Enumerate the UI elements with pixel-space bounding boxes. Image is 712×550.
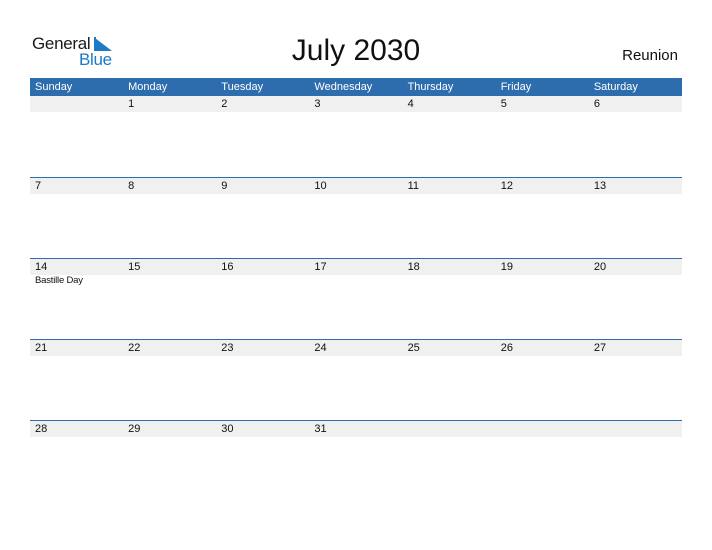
weekday-header: Sunday Monday Tuesday Wednesday Thursday… — [30, 78, 682, 96]
day-number-bar: 14 15 16 17 18 19 20 — [30, 259, 682, 275]
day-number: 31 — [314, 423, 327, 435]
day-number: 29 — [128, 423, 141, 435]
country-label: Reunion — [622, 47, 678, 64]
weekday-wednesday: Wednesday — [314, 81, 373, 93]
events-row: Bastille Day — [30, 275, 682, 287]
day-number: 3 — [314, 98, 321, 110]
day-number: 17 — [314, 261, 327, 273]
weekday-friday: Friday — [500, 81, 532, 93]
week-row: 28 29 30 31 — [30, 420, 682, 501]
day-number: 4 — [407, 98, 414, 110]
day-number: 16 — [221, 261, 234, 273]
day-number: 25 — [407, 342, 420, 354]
week-row: 1 2 3 4 5 6 — [30, 96, 682, 177]
week-row: 14 15 16 17 18 19 20 Bastille Day — [30, 258, 682, 339]
holiday-label — [309, 275, 402, 287]
day-number: 20 — [593, 261, 607, 273]
day-number: 10 — [314, 180, 327, 192]
weekday-monday: Monday — [128, 81, 168, 93]
day-number: 5 — [500, 98, 507, 110]
day-number-bar: 1 2 3 4 5 6 — [30, 96, 682, 112]
weekday-thursday: Thursday — [407, 81, 454, 93]
day-number: 11 — [407, 180, 419, 192]
day-number — [496, 421, 589, 437]
day-number: 6 — [593, 98, 600, 110]
weekday-sunday: Sunday — [35, 81, 73, 93]
day-number: 13 — [593, 180, 607, 192]
day-number-bar: 21 22 23 24 25 26 27 — [30, 340, 682, 356]
day-number: 1 — [128, 98, 135, 110]
day-number: 24 — [314, 342, 327, 354]
day-number: 2 — [221, 98, 228, 110]
day-number: 26 — [500, 342, 513, 354]
day-number: 15 — [128, 261, 141, 273]
day-number — [30, 96, 123, 112]
day-number: 18 — [407, 261, 420, 273]
day-number: 28 — [35, 423, 48, 435]
weekday-saturday: Saturday — [593, 81, 638, 93]
holiday-label: Bastille Day — [35, 275, 83, 286]
day-number-bar: 28 29 30 31 — [30, 421, 682, 437]
week-row: 21 22 23 24 25 26 27 — [30, 339, 682, 420]
week-row: 7 8 9 10 11 12 13 — [30, 177, 682, 258]
day-number — [403, 421, 496, 437]
calendar-title: July 2030 — [291, 34, 421, 67]
day-number: 12 — [500, 180, 513, 192]
day-number-bar: 7 8 9 10 11 12 13 — [30, 178, 682, 194]
day-number: 19 — [500, 261, 513, 273]
day-number: 14 — [35, 261, 48, 273]
day-number: 21 — [35, 342, 48, 354]
holiday-label — [403, 275, 496, 287]
holiday-label — [496, 275, 589, 287]
day-number — [589, 421, 682, 437]
weekday-tuesday: Tuesday — [221, 81, 264, 93]
day-number: 23 — [221, 342, 234, 354]
day-number: 27 — [593, 342, 607, 354]
day-number: 9 — [221, 180, 228, 192]
day-number: 8 — [128, 180, 135, 192]
holiday-label — [123, 275, 216, 287]
day-number: 22 — [128, 342, 141, 354]
day-number: 30 — [221, 423, 234, 435]
day-number: 7 — [35, 180, 42, 192]
holiday-label — [589, 275, 682, 287]
holiday-label — [216, 275, 309, 287]
